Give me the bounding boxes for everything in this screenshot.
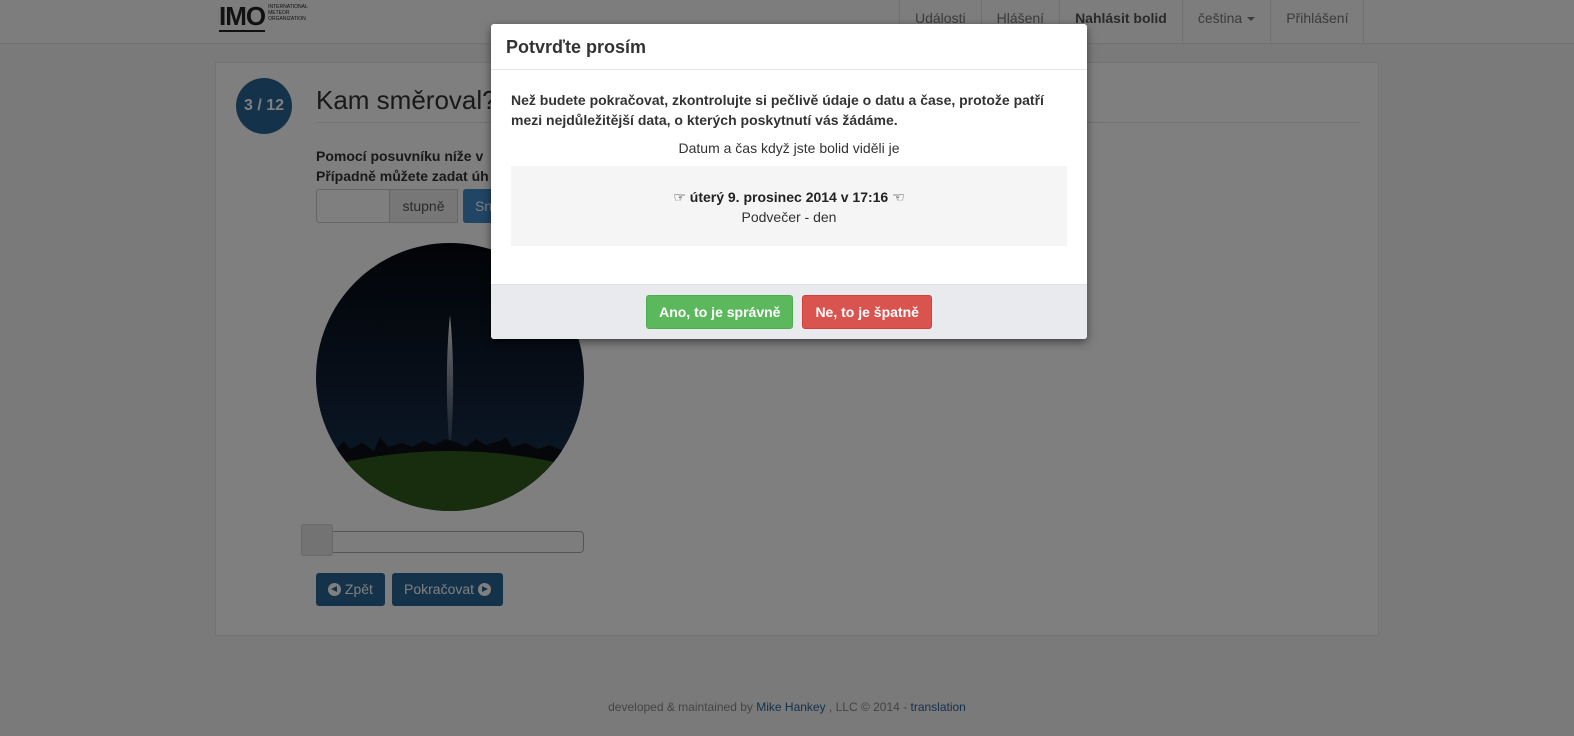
- hand-left-icon: ☜: [892, 189, 905, 205]
- confirm-yes-button[interactable]: Ano, to je správně: [646, 295, 794, 329]
- hand-right-icon: ☞: [673, 189, 686, 205]
- dialog-subtitle: Datum a čas když jste bolid viděli je: [678, 140, 900, 156]
- dialog-title: Potvrďte prosím: [506, 37, 646, 57]
- dialog-footer: Ano, to je správně Ne, to je špatně: [491, 284, 1087, 339]
- time-period: Podvečer - den: [741, 209, 837, 225]
- dialog-body: Než budete pokračovat, zkontrolujte si p…: [491, 70, 1087, 246]
- dialog-warning: Než budete pokračovat, zkontrolujte si p…: [511, 92, 1044, 128]
- datetime-well: ☞ úterý 9. prosinec 2014 v 17:16 ☜ Podve…: [511, 166, 1067, 246]
- dialog-header: Potvrďte prosím: [491, 24, 1087, 70]
- confirm-dialog: Potvrďte prosím Než budete pokračovat, z…: [491, 24, 1087, 339]
- datetime-value: úterý 9. prosinec 2014 v 17:16: [689, 189, 889, 205]
- confirm-no-button[interactable]: Ne, to je špatně: [802, 295, 932, 329]
- datetime-line: ☞ úterý 9. prosinec 2014 v 17:16 ☜: [511, 187, 1067, 207]
